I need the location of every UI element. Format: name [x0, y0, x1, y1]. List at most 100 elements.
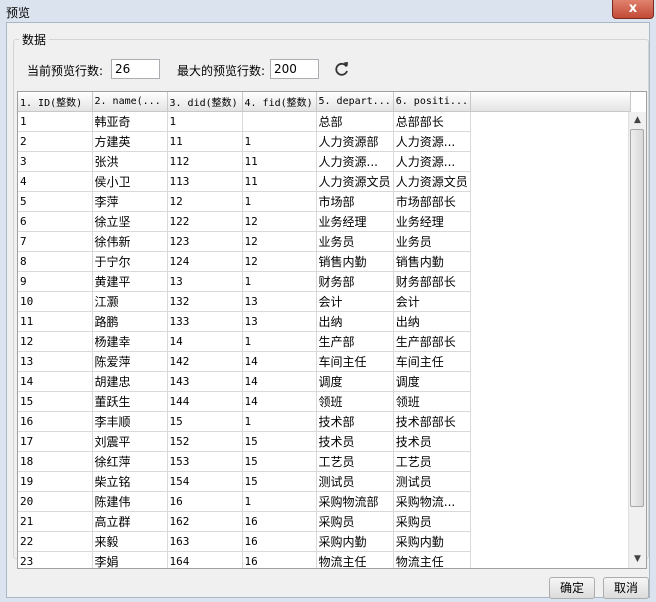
row-filler — [471, 452, 631, 472]
table-row[interactable]: 3 张洪 112 11 人力资源... 人力资源... — [18, 151, 631, 172]
table-cell: 13 — [242, 311, 317, 332]
table-cell: 1 — [242, 191, 317, 212]
table-cell: 1 — [18, 111, 93, 132]
table-cell: 14 — [167, 331, 243, 352]
table-row[interactable]: 10 江灏 132 13 会计 会计 — [18, 291, 631, 312]
table-cell: 李娟 — [92, 551, 168, 568]
table-cell: 15 — [242, 471, 317, 492]
table-cell: 7 — [18, 231, 93, 252]
row-filler — [471, 172, 631, 192]
table-cell: 16 — [242, 531, 317, 552]
row-filler — [471, 512, 631, 532]
table-row[interactable]: 19 柴立铭 154 15 测试员 测试员 — [18, 471, 631, 492]
row-filler — [471, 492, 631, 512]
table-row[interactable]: 1 韩亚奇 1 总部 总部部长 — [18, 111, 631, 132]
table-cell: 1 — [167, 111, 243, 132]
table-cell: 10 — [18, 291, 93, 312]
table-cell: 23 — [18, 551, 93, 568]
current-rows-label: 当前预览行数: — [27, 64, 104, 78]
table-row[interactable]: 11 路鹏 133 13 出纳 出纳 — [18, 311, 631, 332]
table-cell: 5 — [18, 191, 93, 212]
column-header[interactable]: 2. name(... — [92, 92, 168, 112]
refresh-button[interactable] — [333, 59, 351, 79]
column-header[interactable]: 3. did(整数) — [167, 92, 243, 112]
table-cell: 18 — [18, 451, 93, 472]
table-cell: 总部 — [316, 111, 394, 132]
cancel-button[interactable]: 取消 — [603, 577, 649, 599]
vertical-scrollbar[interactable]: ▲ ▼ — [628, 112, 646, 568]
table-cell: 12 — [242, 251, 317, 272]
table-cell: 1 — [242, 271, 317, 292]
header-filler — [470, 92, 631, 112]
table-row[interactable]: 16 李丰顺 15 1 技术部 技术部部长 — [18, 411, 631, 432]
table-row[interactable]: 12 杨建幸 14 1 生产部 生产部部长 — [18, 331, 631, 352]
table-row[interactable]: 22 来毅 163 16 采购内勤 采购内勤 — [18, 531, 631, 552]
table-cell: 财务部 — [316, 271, 394, 292]
table-row[interactable]: 6 徐立坚 122 12 业务经理 业务经理 — [18, 211, 631, 232]
max-rows-input[interactable]: 200 — [270, 59, 319, 79]
row-filler — [471, 552, 631, 569]
table-row[interactable]: 23 李娟 164 16 物流主任 物流主任 — [18, 551, 631, 569]
scroll-up-button[interactable]: ▲ — [629, 112, 646, 129]
table-cell: 4 — [18, 171, 93, 192]
table-cell: 陈爱萍 — [92, 351, 168, 372]
table-row[interactable]: 5 李萍 12 1 市场部 市场部部长 — [18, 191, 631, 212]
scroll-thumb[interactable] — [630, 129, 644, 507]
scroll-down-button[interactable]: ▼ — [629, 551, 646, 568]
table-row[interactable]: 9 黄建平 13 1 财务部 财务部部长 — [18, 271, 631, 292]
row-filler — [471, 192, 631, 212]
table-cell: 调度 — [393, 371, 472, 392]
table-cell: 业务经理 — [393, 211, 472, 232]
table-cell: 16 — [242, 511, 317, 532]
row-filler — [471, 312, 631, 332]
window-title: 预览 — [6, 6, 31, 20]
table-cell: 1 — [242, 331, 317, 352]
table-cell: 123 — [167, 231, 243, 252]
table-cell: 领班 — [393, 391, 472, 412]
table-cell: 17 — [18, 431, 93, 452]
table-cell: 人力资源... — [393, 131, 472, 152]
column-header[interactable]: 5. depart... — [316, 92, 394, 112]
close-icon: x — [628, 1, 638, 16]
table-cell: 15 — [242, 451, 317, 472]
table-cell: 技术部部长 — [393, 411, 472, 432]
column-header[interactable]: 6. positi... — [393, 92, 472, 112]
table-cell: 胡建忠 — [92, 371, 168, 392]
preview-grid[interactable]: 1. ID(整数) 2. name(... 3. did(整数) 4. fid(整数)… — [17, 91, 647, 569]
table-cell: 人力资源... — [316, 151, 394, 172]
chevron-up-icon: ▲ — [634, 115, 641, 125]
refresh-icon — [335, 62, 348, 76]
title-bar: 预览 x — [0, 0, 656, 22]
table-cell: 物流主任 — [393, 551, 472, 568]
table-row[interactable]: 15 董跃生 144 14 领班 领班 — [18, 391, 631, 412]
table-row[interactable]: 14 胡建忠 143 14 调度 调度 — [18, 371, 631, 392]
table-cell: 方建英 — [92, 131, 168, 152]
table-cell: 徐红萍 — [92, 451, 168, 472]
table-cell: 销售内勤 — [393, 251, 472, 272]
row-filler — [471, 432, 631, 452]
table-row[interactable]: 8 于宁尔 124 12 销售内勤 销售内勤 — [18, 251, 631, 272]
table-row[interactable]: 21 高立群 162 16 采购员 采购员 — [18, 511, 631, 532]
table-row[interactable]: 7 徐伟新 123 12 业务员 业务员 — [18, 231, 631, 252]
table-row[interactable]: 20 陈建伟 16 1 采购物流部 采购物流... — [18, 491, 631, 512]
table-cell: 采购员 — [393, 511, 472, 532]
table-cell: 销售内勤 — [316, 251, 394, 272]
table-row[interactable]: 4 侯小卫 113 11 人力资源文员 人力资源文员 — [18, 171, 631, 192]
table-row[interactable]: 13 陈爱萍 142 14 车间主任 车间主任 — [18, 351, 631, 372]
column-header[interactable]: 1. ID(整数) — [18, 92, 93, 112]
table-cell: 人力资源部 — [316, 131, 394, 152]
table-cell: 14 — [242, 391, 317, 412]
table-cell: 15 — [18, 391, 93, 412]
table-cell: 8 — [18, 251, 93, 272]
table-row[interactable]: 17 刘震平 152 15 技术员 技术员 — [18, 431, 631, 452]
table-row[interactable]: 18 徐红萍 153 15 工艺员 工艺员 — [18, 451, 631, 472]
column-header[interactable]: 4. fid(整数) — [242, 92, 317, 112]
close-button[interactable]: x — [612, 0, 654, 19]
row-filler — [471, 372, 631, 392]
current-rows-input[interactable]: 26 — [111, 59, 160, 79]
ok-button[interactable]: 确定 — [549, 577, 595, 599]
table-cell: 总部部长 — [393, 111, 472, 132]
table-row[interactable]: 2 方建英 11 1 人力资源部 人力资源... — [18, 131, 631, 152]
table-cell: 144 — [167, 391, 243, 412]
table-cell: 采购物流部 — [316, 491, 394, 512]
